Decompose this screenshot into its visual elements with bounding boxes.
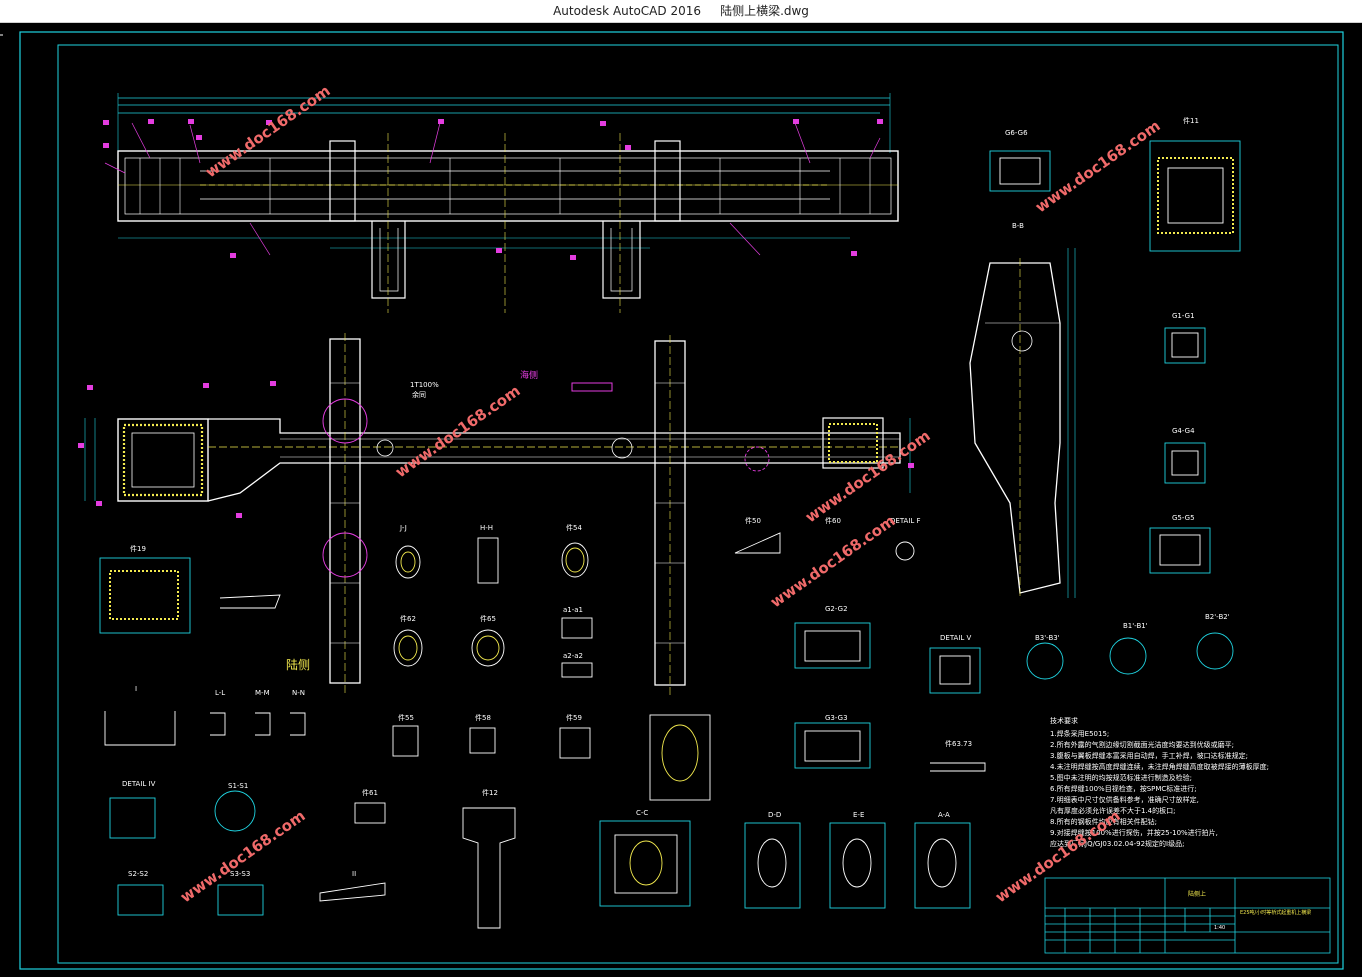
tech-req-line: 6.所有焊缝100%目视检查，按SPMC标准进行; <box>1050 784 1197 793</box>
plan-beam: 1T100% 余同 海侧 陆侧 <box>78 333 914 695</box>
label-nn: N-N <box>292 689 305 697</box>
tech-req-line: 3.腹板与翼板焊缝本富采用自动焊，手工补焊，坡口达标准规定; <box>1050 751 1248 760</box>
label-b2: B2'-B2' <box>1205 613 1230 621</box>
side-view-bb: B-B <box>969 222 1076 598</box>
sea-side-label: 海侧 <box>520 369 538 381</box>
tech-req-line: 7.明细表中尺寸仅供备料参考，准确尺寸放样定, <box>1050 795 1199 804</box>
tech-req-line: 5.图中未注明的均按规范标准进行制造及检验; <box>1050 773 1192 782</box>
tech-req-title: 技术要求 <box>1050 716 1078 725</box>
label-i: I <box>135 685 137 693</box>
weld-note-2: 余同 <box>412 390 426 399</box>
app-name: Autodesk AutoCAD 2016 <box>553 4 701 18</box>
label-g6: G6-G6 <box>1005 129 1028 137</box>
label-part-59: 件59 <box>566 713 582 722</box>
label-part-58: 件58 <box>475 713 491 722</box>
label-ll: L-L <box>215 689 225 697</box>
title-block-company: 陆侧上 <box>1188 890 1206 898</box>
label-ii: II <box>352 870 356 878</box>
label-part-50: 件50 <box>745 516 761 525</box>
label-a1: a1-a1 <box>563 606 583 614</box>
label-aa: A-A <box>938 811 950 819</box>
watermark: www.doc168.com <box>1032 117 1164 217</box>
weld-note: 1T100% <box>410 381 439 389</box>
file-name: 陆侧上横梁.dwg <box>720 4 809 18</box>
tech-req-line: 2.所有外露的气割边缘切割截面光洁度均要达到优级或磨平; <box>1050 740 1234 749</box>
label-part-65: 件65 <box>480 614 496 623</box>
drawing-canvas[interactable]: 1T100% 余同 海侧 陆侧 B-B G6-G6 件11 G1-G1 G4-G… <box>0 23 1362 977</box>
label-g2: G2-G2 <box>825 605 848 613</box>
label-part-11: 件11 <box>1183 116 1199 125</box>
label-s1: S1-S1 <box>228 782 248 790</box>
label-mm: M-M <box>255 689 270 697</box>
label-hh: H-H <box>480 524 493 532</box>
label-part-54: 件54 <box>566 523 582 532</box>
elevation-beam <box>103 93 899 313</box>
window-title: Autodesk AutoCAD 2016 陆侧上横梁.dwg <box>0 0 1362 22</box>
window-titlebar: Autodesk AutoCAD 2016 陆侧上横梁.dwg <box>0 0 1362 23</box>
label-b3: B3'-B3' <box>1035 634 1060 642</box>
title-block-drawing-name: E25吨/小时等桥式起重机上横梁 <box>1240 909 1311 916</box>
label-g4: G4-G4 <box>1172 427 1195 435</box>
label-s2: S2-S2 <box>128 870 148 878</box>
label-jj: J-J <box>399 524 407 532</box>
label-ee: E-E <box>853 811 864 819</box>
label-b1: B1'-B1' <box>1123 622 1148 630</box>
tech-req-line: 4.未注明焊缝按高度焊缝连续，未注焊角焊缝高度取被焊接的薄板厚度; <box>1050 762 1269 771</box>
label-g3: G3-G3 <box>825 714 848 722</box>
label-part-12: 件12 <box>482 788 498 797</box>
watermark: www.doc168.com <box>177 807 309 907</box>
label-dd: D-D <box>768 811 781 819</box>
label-g1: G1-G1 <box>1172 312 1195 320</box>
watermark: www.doc168.com <box>202 82 334 182</box>
label-detail-v: DETAIL V <box>940 634 972 642</box>
label-detail-iv: DETAIL IV <box>122 780 156 788</box>
land-side-label: 陆侧 <box>286 657 310 672</box>
label-part-55: 件55 <box>398 713 414 722</box>
label-a2: a2-a2 <box>563 652 583 660</box>
label-cc: C-C <box>636 809 648 817</box>
watermark: www.doc168.com <box>767 512 899 612</box>
watermark: www.doc168.com <box>802 427 934 527</box>
label-part-19: 件19 <box>130 544 146 553</box>
cad-drawing: 1T100% 余同 海侧 陆侧 B-B G6-G6 件11 G1-G1 G4-G… <box>0 31 1344 970</box>
tech-req-line: 1.焊条采用E5015; <box>1050 729 1109 738</box>
title-block-scale: 1:40 <box>1214 925 1225 931</box>
section-bb-title: B-B <box>1012 222 1024 230</box>
label-g5: G5-G5 <box>1172 514 1195 522</box>
label-part-62: 件62 <box>400 614 416 623</box>
label-part-63-73: 件63.73 <box>945 739 972 748</box>
label-part-61: 件61 <box>362 788 378 797</box>
label-part-60: 件60 <box>825 516 841 525</box>
